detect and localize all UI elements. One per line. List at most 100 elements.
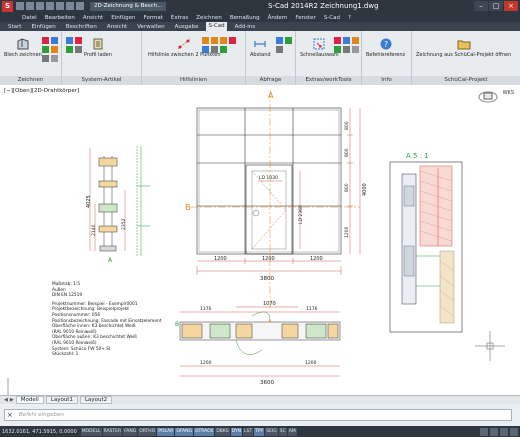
maximize-icon[interactable]: □ [489, 1, 503, 11]
tab-scad[interactable]: S-Cad [206, 22, 227, 31]
tool-d-icon[interactable] [334, 46, 341, 53]
menu-datei[interactable]: Datei [22, 15, 37, 21]
article-icon[interactable] [66, 37, 73, 44]
close-icon[interactable]: × [504, 1, 518, 11]
status-ofang[interactable]: OFANG [175, 427, 193, 436]
tool-e-icon[interactable] [343, 46, 350, 53]
blech-zeichnen-button[interactable]: Blech zeichnen [4, 37, 42, 58]
workspace-icon[interactable] [490, 427, 498, 436]
ribbon-tabs: Start Einfügen Beschriften Ansicht Verwa… [0, 22, 520, 31]
helper-v-icon[interactable] [211, 37, 218, 44]
helper-hide-icon[interactable] [211, 46, 218, 53]
fullscreen-icon[interactable] [510, 427, 518, 436]
tab-addins[interactable]: Add-ins [233, 24, 258, 30]
menu-extras[interactable]: Extras [171, 15, 188, 21]
status-sc[interactable]: SC [278, 427, 287, 436]
abstand-button[interactable]: Abstand [250, 37, 271, 58]
menu-bemassung[interactable]: Bemaßung [230, 15, 260, 21]
tab-verwalten[interactable]: Verwalten [135, 24, 166, 30]
minimize-icon[interactable]: – [474, 1, 488, 11]
tab-beschriften[interactable]: Beschriften [64, 24, 99, 30]
app-logo[interactable]: S [2, 1, 13, 12]
tab-ausgabe[interactable]: Ausgabe [173, 24, 201, 30]
save-icon[interactable] [36, 2, 44, 10]
status-ortho[interactable]: ORTHO [138, 427, 157, 436]
tool-c-icon[interactable] [352, 37, 359, 44]
menu-format[interactable]: Format [144, 15, 163, 21]
menu-fenster[interactable]: Fenster [295, 15, 315, 21]
menu-bearbeiten[interactable]: Bearbeiten [45, 15, 75, 21]
helper-delete-icon[interactable] [229, 37, 236, 44]
construction-line-icon [177, 38, 191, 50]
lock-icon[interactable] [500, 427, 508, 436]
profil-laden-button[interactable]: Profil laden [84, 37, 112, 58]
menu-scad[interactable]: S-Cad [324, 15, 340, 21]
dim-800-a: 800 [344, 121, 350, 130]
menu-help[interactable]: ? [348, 15, 351, 21]
coordinate-readout[interactable]: 1632.0161, 471.5915, 0.0000 [2, 429, 77, 435]
article-insert-icon[interactable] [75, 46, 82, 53]
tab-nav-next-icon[interactable]: ▶ [10, 397, 14, 403]
workspace-selector[interactable]: 2D-Zeichnung & Besch... [90, 2, 167, 11]
tab-nav-first-icon[interactable]: ◀ [4, 397, 8, 403]
tool-a-icon[interactable] [334, 37, 341, 44]
open-file-icon[interactable] [26, 2, 34, 10]
title-bar: S 2D-Zeichnung & Besch... S-Cad 2014R2 Z… [0, 0, 520, 13]
article-list-icon[interactable] [66, 46, 73, 53]
line-icon[interactable] [42, 37, 49, 44]
schucal-open-button[interactable]: Zeichnung aus SchüCal-Projekt öffnen [416, 37, 511, 58]
schnellauswahl-button[interactable]: Schnellauswahl [300, 37, 339, 58]
group-title: Extras/workTools [296, 76, 361, 85]
list-icon[interactable] [276, 46, 283, 53]
area-icon[interactable] [276, 37, 283, 44]
tab-modell[interactable]: Modell [15, 396, 44, 404]
tab-layout1[interactable]: Layout1 [45, 396, 78, 404]
status-dyn[interactable]: DYN [230, 427, 243, 436]
status-lst[interactable]: LST [243, 427, 254, 436]
folder-open-icon [457, 40, 471, 50]
tool-b-icon[interactable] [343, 37, 350, 44]
new-file-icon[interactable] [16, 2, 24, 10]
status-seig[interactable]: SEIG [265, 427, 278, 436]
polyline-icon[interactable] [51, 37, 58, 44]
annotation-scale-icon[interactable] [480, 427, 488, 436]
status-modell[interactable]: MODELL [80, 427, 102, 436]
status-raster[interactable]: RASTER [102, 427, 123, 436]
status-otrack[interactable]: OTRACK [193, 427, 215, 436]
print-icon[interactable] [46, 2, 54, 10]
menu-zeichnen[interactable]: Zeichnen [196, 15, 222, 21]
status-polar[interactable]: POLAR [157, 427, 175, 436]
rect-icon[interactable] [42, 55, 49, 62]
circle-icon[interactable] [51, 46, 58, 53]
status-fang[interactable]: FANG [123, 427, 138, 436]
article-edit-icon[interactable] [75, 37, 82, 44]
menu-aendern[interactable]: Ändern [268, 15, 288, 21]
tab-ansicht[interactable]: Ansicht [105, 24, 129, 30]
tab-layout2[interactable]: Layout2 [79, 396, 113, 404]
dim-800-b: 800 [344, 148, 350, 157]
undo-icon[interactable] [56, 2, 64, 10]
helper-offset-icon[interactable] [202, 46, 209, 53]
id-point-icon[interactable] [285, 37, 292, 44]
drawing-viewport[interactable]: [−][Oben][2D-Drahtkörper] WKS A B A [0, 86, 520, 404]
hatch-icon[interactable] [51, 55, 58, 62]
tool-f-icon[interactable] [352, 46, 359, 53]
close-command-icon[interactable]: × [7, 411, 13, 419]
menu-ansicht[interactable]: Ansicht [83, 15, 103, 21]
dropdown-icon[interactable] [76, 2, 84, 10]
helper-angle-icon[interactable] [220, 37, 227, 44]
arc-icon[interactable] [42, 46, 49, 53]
redo-icon[interactable] [66, 2, 74, 10]
befehlsreferenz-button[interactable]: ? Befehlsreferenz [366, 37, 405, 58]
menu-einfuegen[interactable]: Einfügen [111, 15, 135, 21]
tab-einfuegen[interactable]: Einfügen [29, 24, 57, 30]
reference-icon: ? [380, 38, 392, 50]
status-tpy[interactable]: TPY [254, 427, 265, 436]
tab-start[interactable]: Start [6, 24, 23, 30]
status-dbks[interactable]: DBKS [215, 427, 230, 436]
helper-layer-icon[interactable] [220, 46, 227, 53]
command-input[interactable]: × Befehl eingeben [4, 409, 512, 421]
helper-tools [202, 37, 242, 53]
status-am[interactable]: AM [287, 427, 297, 436]
helper-h-icon[interactable] [202, 37, 209, 44]
